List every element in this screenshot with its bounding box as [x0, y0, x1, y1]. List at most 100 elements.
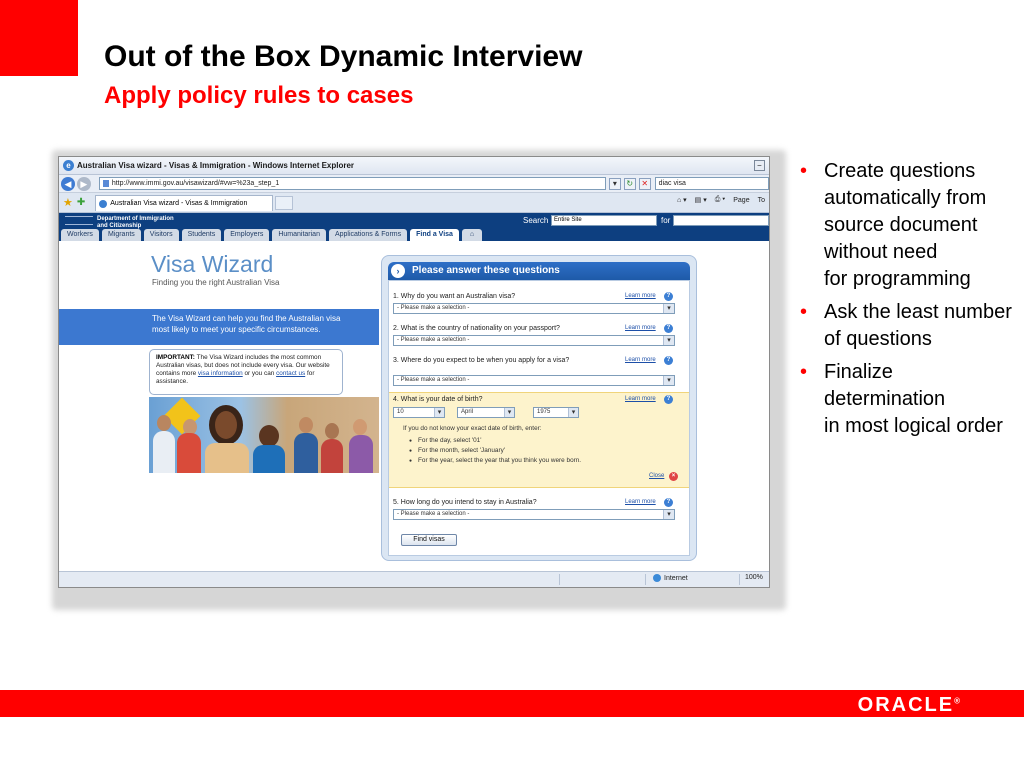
important-label: IMPORTANT:: [156, 354, 195, 361]
dob-tip: For the month, select 'January': [409, 446, 581, 456]
close-icon[interactable]: ×: [669, 472, 678, 481]
important-text-2: or you can: [244, 370, 275, 377]
question-text: 2. What is the country of nationality on…: [393, 325, 560, 332]
learn-more-link[interactable]: Learn more: [625, 357, 656, 363]
browser-tab[interactable]: Australian Visa wizard - Visas & Immigra…: [95, 194, 274, 211]
nav-tab-applications[interactable]: Applications & Forms: [328, 229, 408, 241]
site-search-label: Search: [523, 216, 549, 225]
bullet-dot-icon: •: [800, 361, 808, 383]
nav-tab-workers[interactable]: Workers: [61, 229, 99, 241]
browser-title-bar: e Australian Visa wizard - Visas & Immig…: [59, 157, 769, 175]
window-title: Australian Visa wizard - Visas & Immigra…: [77, 161, 355, 170]
question-1-select[interactable]: - Please make a selection -: [393, 303, 675, 314]
crest-logo-icon: [65, 216, 93, 225]
find-visas-button[interactable]: Find visas: [401, 534, 457, 546]
people-photo: [149, 397, 379, 473]
refresh-icon[interactable]: ↻: [623, 177, 636, 190]
question-2-select[interactable]: - Please make a selection -: [393, 335, 675, 346]
dob-hint: If you do not know your exact date of bi…: [403, 425, 542, 432]
learn-more-link[interactable]: Learn more: [625, 293, 656, 299]
slide-title: Out of the Box Dynamic Interview: [104, 40, 583, 73]
help-icon[interactable]: ?: [664, 498, 673, 507]
question-3-select[interactable]: - Please make a selection -: [393, 375, 675, 386]
zoom-level[interactable]: 100%: [745, 574, 763, 581]
nav-tab-find-a-visa[interactable]: Find a Visa: [410, 229, 459, 241]
page-menu[interactable]: Page: [733, 197, 749, 204]
help-icon[interactable]: ?: [664, 324, 673, 333]
site-header: Department of Immigration and Citizenshi…: [59, 213, 769, 241]
site-search-scope[interactable]: Entire Site: [551, 215, 657, 226]
nav-tab-humanitarian[interactable]: Humanitarian: [272, 229, 326, 241]
dob-year-select[interactable]: 1975: [533, 407, 579, 418]
help-icon[interactable]: ?: [664, 395, 673, 404]
home-icon[interactable]: ⌂ ▾: [677, 196, 687, 204]
site-search-input[interactable]: [673, 215, 769, 226]
minimize-icon[interactable]: –: [754, 160, 765, 171]
questions-list: 1. Why do you want an Australian visa? L…: [388, 280, 690, 556]
help-icon[interactable]: ?: [664, 356, 673, 365]
site-nav: Workers Migrants Visitors Students Emplo…: [61, 229, 482, 241]
question-text: 4. What is your date of birth?: [393, 396, 483, 403]
visa-information-link[interactable]: visa information: [198, 370, 243, 377]
dob-close-link[interactable]: Close: [649, 473, 664, 479]
red-corner-block: [0, 0, 78, 76]
oracle-logo-text: ORACLE: [857, 694, 955, 716]
nav-tab-visitors[interactable]: Visitors: [143, 229, 179, 241]
new-tab-button[interactable]: [275, 195, 294, 210]
contact-us-link[interactable]: contact us: [276, 370, 305, 377]
important-callout: IMPORTANT: The Visa Wizard includes the …: [149, 349, 343, 395]
browser-window: e Australian Visa wizard - Visas & Immig…: [58, 156, 770, 588]
bullet-item: • Create questions automatically from sou…: [800, 158, 1015, 293]
help-icon[interactable]: ?: [664, 292, 673, 301]
address-dropdown-icon[interactable]: ▾: [608, 177, 621, 190]
oracle-logo: ORACLE®: [858, 694, 960, 717]
status-divider: [739, 574, 740, 585]
question-text: 5. How long do you intend to stay in Aus…: [393, 499, 537, 506]
status-divider: [559, 574, 560, 585]
print-icon[interactable]: ⎙ ▾: [715, 196, 726, 204]
forward-button[interactable]: ▶: [76, 176, 91, 191]
bullet-dot-icon: •: [800, 301, 808, 323]
site-search-for-label: for: [661, 216, 671, 225]
bullet-list: • Create questions automatically from sou…: [800, 158, 1015, 446]
bullet-item: • Finalize determination in most logical …: [800, 359, 1015, 440]
tools-menu[interactable]: To: [758, 197, 765, 204]
bullet-text: Create questions automatically from sour…: [824, 160, 987, 290]
learn-more-link[interactable]: Learn more: [625, 325, 656, 331]
learn-more-link[interactable]: Learn more: [625, 499, 656, 505]
dob-month-select[interactable]: April: [457, 407, 515, 418]
nav-tab-employers[interactable]: Employers: [224, 229, 270, 241]
page-body: Visa Wizard Finding you the right Austra…: [59, 241, 769, 563]
bullet-text: Finalize determination in most logical o…: [824, 361, 1003, 437]
tab-bar: ★ ✚ Australian Visa wizard - Visas & Imm…: [59, 193, 769, 213]
nav-home-icon[interactable]: ⌂: [461, 229, 482, 241]
nav-tab-migrants[interactable]: Migrants: [101, 229, 141, 241]
slide-subtitle: Apply policy rules to cases: [104, 82, 414, 109]
visa-wizard-title: Visa Wizard: [151, 251, 274, 277]
questions-header: › Please answer these questions: [388, 262, 690, 280]
bullet-text: Ask the least number of questions: [824, 301, 1012, 350]
question-5-select[interactable]: - Please make a selection -: [393, 509, 675, 520]
favorites-star-icon[interactable]: ★: [63, 196, 73, 209]
question-4-date-of-birth: 4. What is your date of birth? Learn mor…: [389, 392, 689, 488]
dob-day-select[interactable]: 10: [393, 407, 445, 418]
department-name: Department of Immigration and Citizenshi…: [97, 216, 174, 229]
security-zone: Internet: [653, 574, 688, 582]
ie-logo-icon: e: [63, 160, 74, 171]
stop-icon[interactable]: ✕: [638, 177, 651, 190]
arrow-right-icon: ›: [391, 264, 405, 278]
footer-bar: ORACLE®: [0, 690, 1024, 717]
learn-more-link[interactable]: Learn more: [625, 396, 656, 402]
zone-label: Internet: [664, 574, 688, 582]
address-input[interactable]: http://www.immi.gov.au/visawizard/#vw=%2…: [98, 177, 606, 190]
address-bar-row: ◀ ▶ http://www.immi.gov.au/visawizard/#v…: [59, 175, 769, 193]
back-button[interactable]: ◀: [61, 176, 75, 191]
question-text: 1. Why do you want an Australian visa?: [393, 293, 516, 300]
dob-tip: For the day, select '01': [409, 436, 581, 446]
feeds-icon[interactable]: ▤ ▾: [695, 196, 707, 204]
status-divider: [645, 574, 646, 585]
browser-search-input[interactable]: diac visa: [654, 177, 769, 190]
nav-tab-students[interactable]: Students: [181, 229, 222, 241]
add-favorite-icon[interactable]: ✚: [77, 197, 85, 208]
bullet-item: • Ask the least number of questions: [800, 299, 1015, 353]
